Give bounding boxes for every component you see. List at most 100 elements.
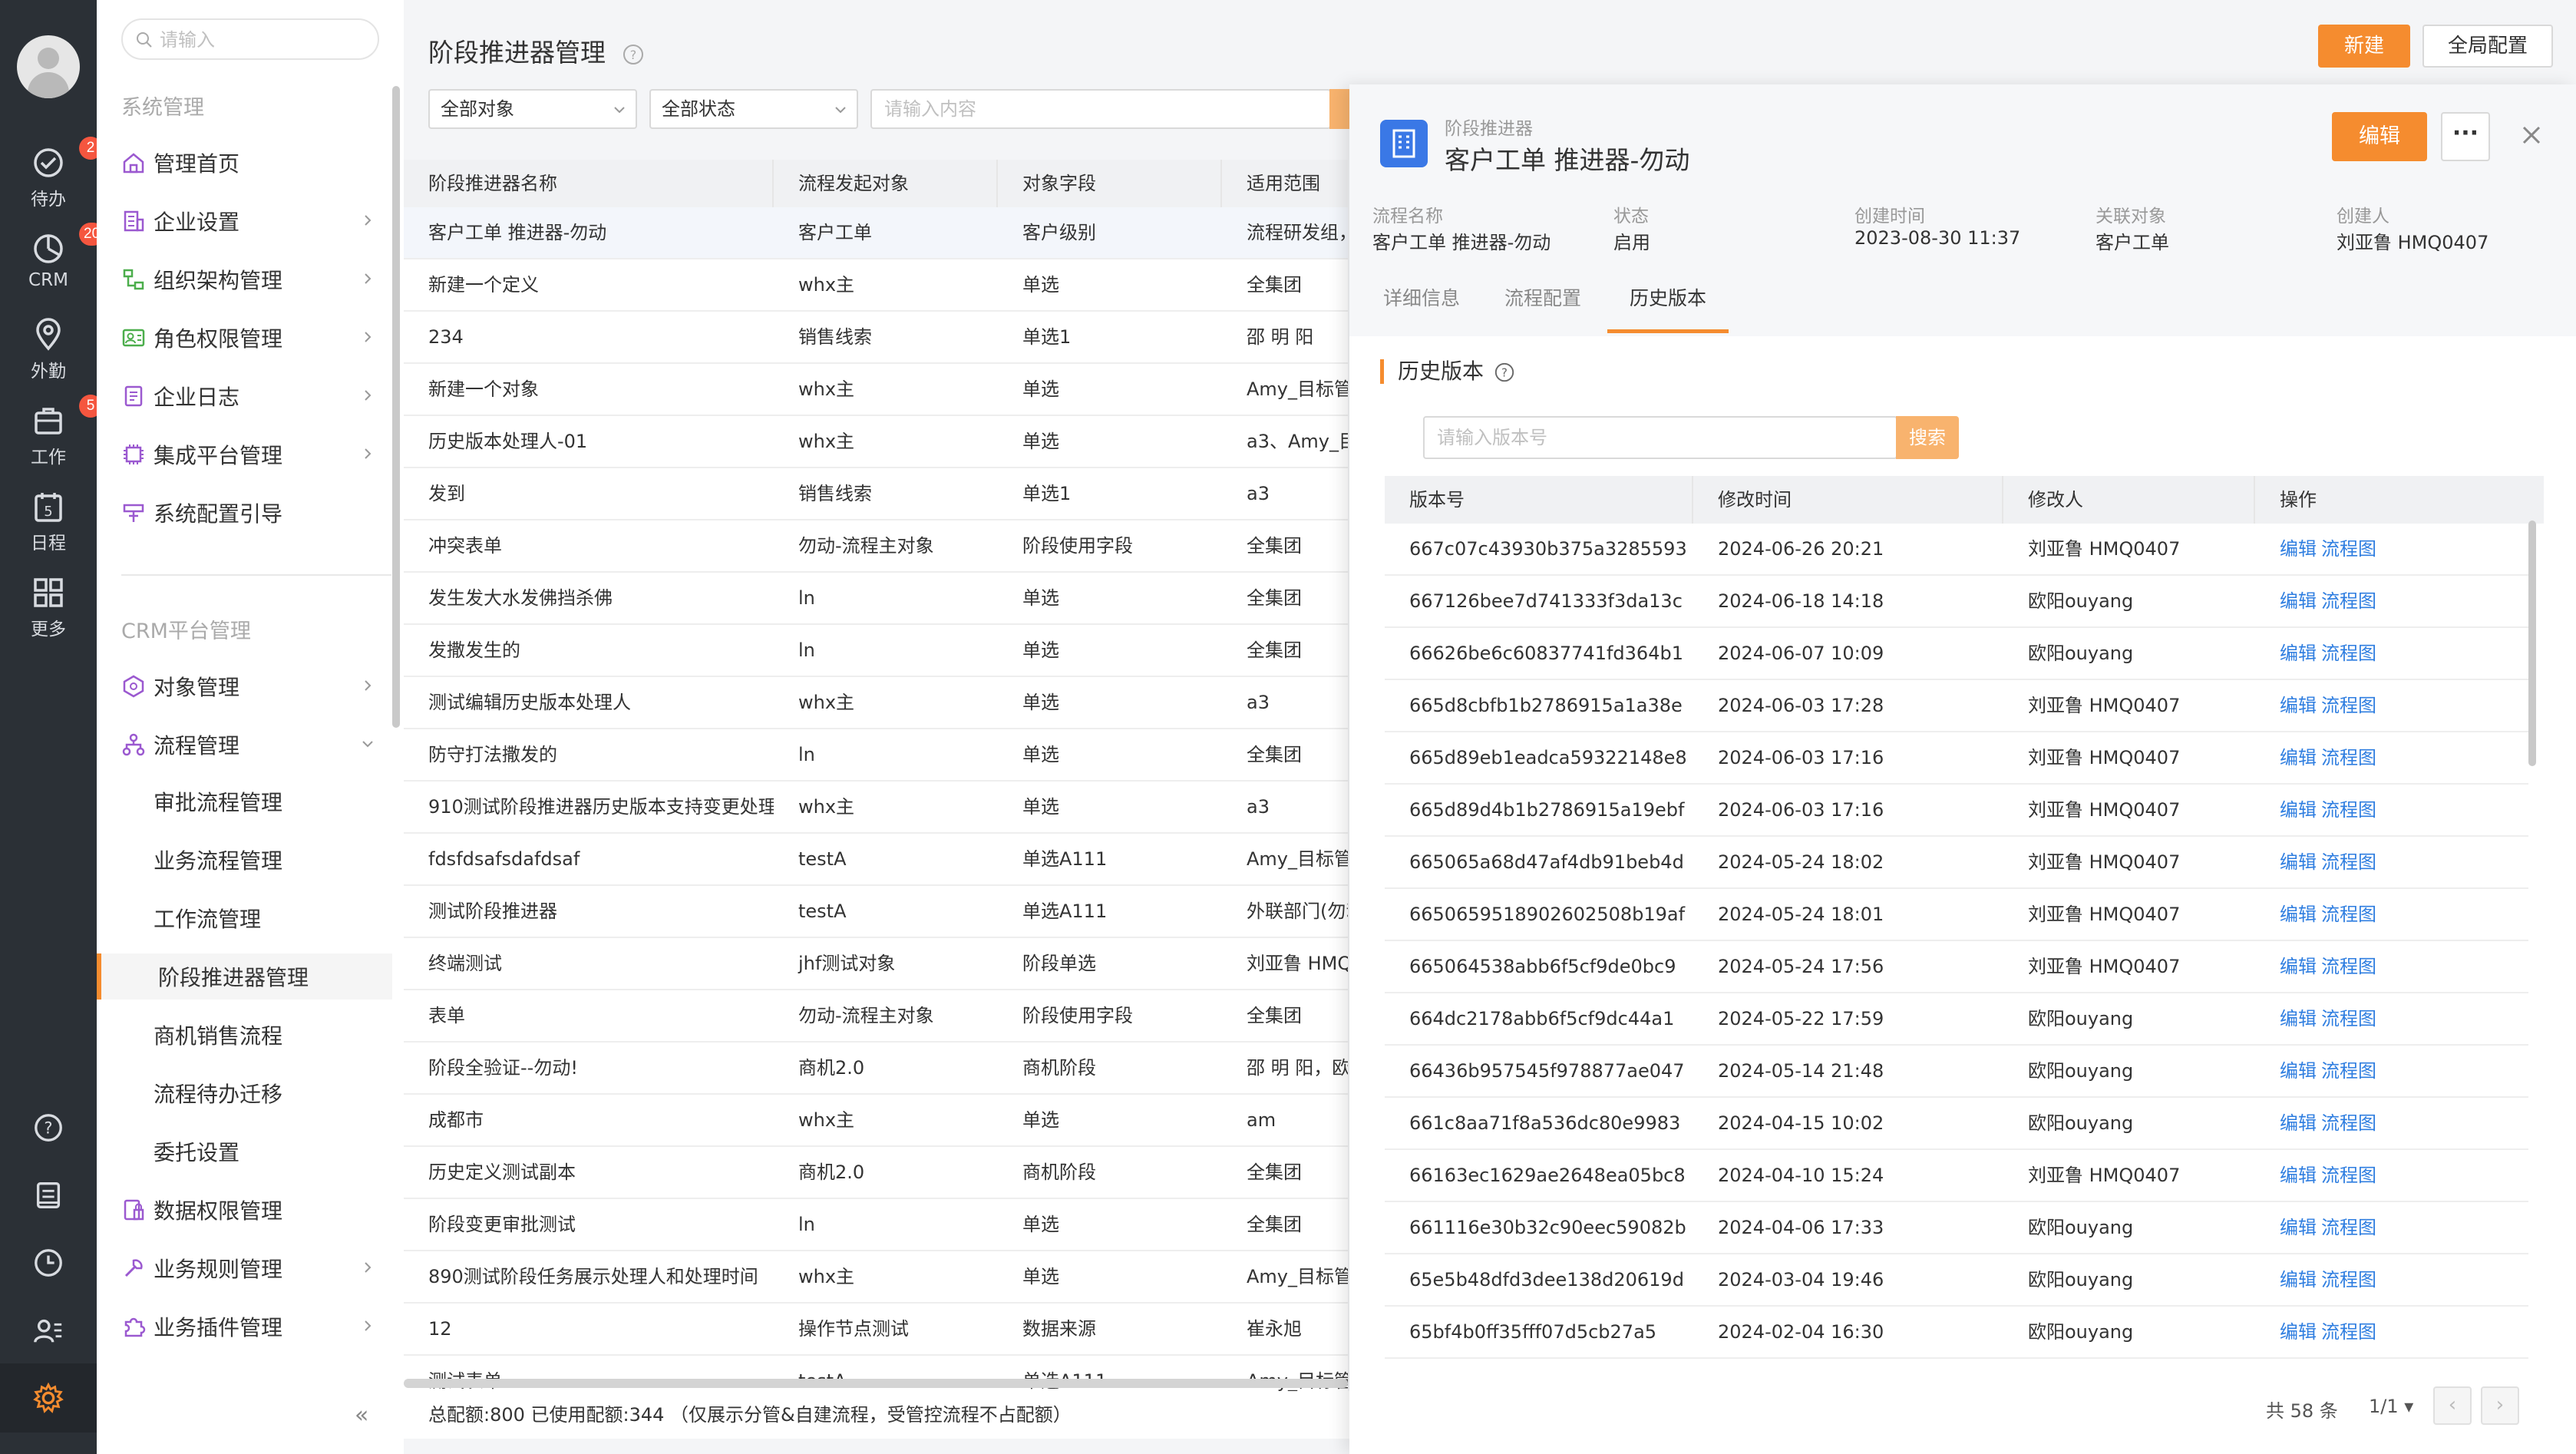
- column-header[interactable]: 流程发起对象: [774, 160, 998, 207]
- flowchart-link[interactable]: 流程图: [2321, 851, 2376, 873]
- sidebar-item-log[interactable]: 企业日志: [121, 373, 390, 419]
- edit-link[interactable]: 编辑: [2280, 799, 2317, 821]
- help-icon[interactable]: ?: [1494, 362, 1515, 383]
- flowchart-link[interactable]: 流程图: [2321, 799, 2376, 821]
- edit-link[interactable]: 编辑: [2280, 904, 2317, 925]
- flowchart-link[interactable]: 流程图: [2321, 1217, 2376, 1238]
- new-button[interactable]: 新建: [2318, 25, 2410, 68]
- table-row[interactable]: 测试编辑历史版本处理人 whx主 单选 a3: [404, 677, 1348, 729]
- sidebar-item-role[interactable]: 角色权限管理: [121, 315, 390, 361]
- history-button[interactable]: [0, 1247, 97, 1284]
- contacts-button[interactable]: [0, 1314, 97, 1351]
- table-row[interactable]: 910测试阶段推进器历史版本支持变更处理 whx主 单选 a3: [404, 782, 1348, 834]
- more-button[interactable]: ···: [2441, 112, 2490, 161]
- collapse-sidebar-button[interactable]: «: [355, 1402, 368, 1429]
- sidebar-item-integration[interactable]: 集成平台管理: [121, 431, 390, 478]
- flowchart-link[interactable]: 流程图: [2321, 590, 2376, 612]
- sidebar-item-flow[interactable]: 流程管理: [121, 722, 390, 768]
- edit-link[interactable]: 编辑: [2280, 1060, 2317, 1082]
- column-header[interactable]: 阶段推进器名称: [404, 160, 774, 207]
- edit-link[interactable]: 编辑: [2280, 1112, 2317, 1134]
- sidebar-item-guide[interactable]: 系统配置引导: [121, 490, 390, 536]
- sidebar-sub-stage-advancer[interactable]: 阶段推进器管理: [97, 953, 392, 1000]
- prev-page-button[interactable]: ‹: [2433, 1386, 2472, 1425]
- edit-link[interactable]: 编辑: [2280, 851, 2317, 873]
- flowchart-link[interactable]: 流程图: [2321, 538, 2376, 560]
- table-row[interactable]: 发撒发生的 ln 单选 全集团: [404, 625, 1348, 677]
- flowchart-link[interactable]: 流程图: [2321, 643, 2376, 664]
- next-page-button[interactable]: ›: [2481, 1386, 2519, 1425]
- table-row[interactable]: 234 销售线索 单选1 邵 明 阳: [404, 312, 1348, 364]
- sidebar-item-object[interactable]: 对象管理: [121, 663, 390, 709]
- status-filter-select[interactable]: 全部状态: [649, 89, 858, 129]
- table-row[interactable]: 表单 勿动-流程主对象 阶段使用字段 全集团: [404, 990, 1348, 1043]
- tab-history[interactable]: 历史版本: [1607, 264, 1729, 333]
- edit-link[interactable]: 编辑: [2280, 590, 2317, 612]
- global-config-button[interactable]: 全局配置: [2422, 25, 2553, 68]
- edit-link[interactable]: 编辑: [2280, 1321, 2317, 1343]
- table-row[interactable]: 终端测试 jhf测试对象 阶段单选 刘亚鲁 HMQ0: [404, 938, 1348, 990]
- table-row[interactable]: 新建一个对象 whx主 单选 Amy_目标管理: [404, 364, 1348, 416]
- flowchart-link[interactable]: 流程图: [2321, 1321, 2376, 1343]
- table-row[interactable]: fdsfdsafsdafdsaf testA 单选A111 Amy_目标管理: [404, 834, 1348, 886]
- table-row[interactable]: 历史版本处理人-01 whx主 单选 a3、Amy_目标: [404, 416, 1348, 468]
- sidebar-sub-approval[interactable]: 审批流程管理: [154, 778, 399, 824]
- edit-link[interactable]: 编辑: [2280, 747, 2317, 768]
- sidebar-item-org[interactable]: 组织架构管理: [121, 256, 390, 302]
- flowchart-link[interactable]: 流程图: [2321, 1060, 2376, 1082]
- table-row[interactable]: 新建一个定义 whx主 单选 全集团: [404, 259, 1348, 312]
- user-avatar[interactable]: [17, 35, 80, 98]
- page-select[interactable]: 1/1 ▾: [2369, 1396, 2413, 1417]
- edit-link[interactable]: 编辑: [2280, 1165, 2317, 1186]
- table-row[interactable]: 历史定义测试副本 商机2.0 商机阶段 全集团: [404, 1147, 1348, 1199]
- sidebar-search-input[interactable]: [160, 26, 367, 54]
- tab-flow-config[interactable]: 流程配置: [1489, 264, 1597, 333]
- edit-link[interactable]: 编辑: [2280, 1217, 2317, 1238]
- rail-item-field[interactable]: 外勤: [0, 318, 97, 382]
- rail-item-work[interactable]: 5 工作: [0, 395, 102, 468]
- edit-button[interactable]: 编辑: [2332, 112, 2427, 161]
- rail-item-more[interactable]: 更多: [0, 576, 97, 640]
- rail-item-schedule[interactable]: 5 日程: [0, 490, 97, 554]
- sidebar-item-home[interactable]: 管理首页: [121, 140, 390, 186]
- sidebar-sub-workflow[interactable]: 工作流管理: [154, 895, 399, 941]
- notes-button[interactable]: [0, 1179, 97, 1216]
- edit-link[interactable]: 编辑: [2280, 695, 2317, 716]
- table-horizontal-scrollbar[interactable]: [404, 1379, 1348, 1388]
- sidebar-item-plugin[interactable]: 业务插件管理: [121, 1304, 390, 1350]
- settings-button[interactable]: [0, 1363, 97, 1433]
- sidebar-item-company[interactable]: 企业设置: [121, 198, 390, 244]
- table-row[interactable]: 防守打法撒发的 ln 单选 全集团: [404, 729, 1348, 782]
- edit-link[interactable]: 编辑: [2280, 643, 2317, 664]
- help-icon[interactable]: ?: [622, 43, 645, 66]
- edit-link[interactable]: 编辑: [2280, 1008, 2317, 1029]
- sidebar-item-rule[interactable]: 业务规则管理: [121, 1245, 390, 1291]
- tab-details[interactable]: 详细信息: [1372, 264, 1471, 333]
- table-row[interactable]: 阶段变更审批测试 ln 单选 全集团: [404, 1199, 1348, 1251]
- sidebar-sub-business-flow[interactable]: 业务流程管理: [154, 837, 399, 883]
- edit-link[interactable]: 编辑: [2280, 956, 2317, 977]
- sidebar-item-data-perm[interactable]: 数据权限管理: [121, 1187, 390, 1233]
- sidebar-sub-delegate[interactable]: 委托设置: [154, 1129, 399, 1175]
- flowchart-link[interactable]: 流程图: [2321, 904, 2376, 925]
- content-search-input[interactable]: 请输入内容: [870, 89, 1331, 129]
- object-filter-select[interactable]: 全部对象: [428, 89, 637, 129]
- rail-item-crm[interactable]: 20 CRM: [0, 223, 105, 290]
- sidebar-search[interactable]: [121, 18, 379, 60]
- flowchart-link[interactable]: 流程图: [2321, 1112, 2376, 1134]
- table-row[interactable]: 客户工单 推进器-勿动 客户工单 客户级别 流程研发组，?: [404, 207, 1348, 259]
- table-row[interactable]: 冲突表单 勿动-流程主对象 阶段使用字段 全集团: [404, 520, 1348, 573]
- sidebar-scrollbar[interactable]: [392, 86, 400, 728]
- table-row[interactable]: 12 操作节点测试 数据来源 崔永旭: [404, 1304, 1348, 1356]
- flowchart-link[interactable]: 流程图: [2321, 1269, 2376, 1290]
- version-search-button[interactable]: 搜索: [1896, 416, 1959, 459]
- edit-link[interactable]: 编辑: [2280, 538, 2317, 560]
- rail-item-todo[interactable]: 2 待办: [0, 137, 102, 210]
- column-header[interactable]: 适用范围: [1222, 160, 1348, 207]
- sidebar-sub-todo-migrate[interactable]: 流程待办迁移: [154, 1070, 399, 1116]
- table-row[interactable]: 890测试阶段任务展示处理人和处理时间 whx主 单选 Amy_目标管理: [404, 1251, 1348, 1304]
- table-row[interactable]: 阶段全验证--勿动! 商机2.0 商机阶段 邵 明 阳，欧阳: [404, 1043, 1348, 1095]
- column-header[interactable]: 对象字段: [998, 160, 1222, 207]
- version-search-input[interactable]: 请输入版本号: [1423, 416, 1897, 459]
- table-row[interactable]: 测试阶段推进器 testA 单选A111 外联部门(勿动: [404, 886, 1348, 938]
